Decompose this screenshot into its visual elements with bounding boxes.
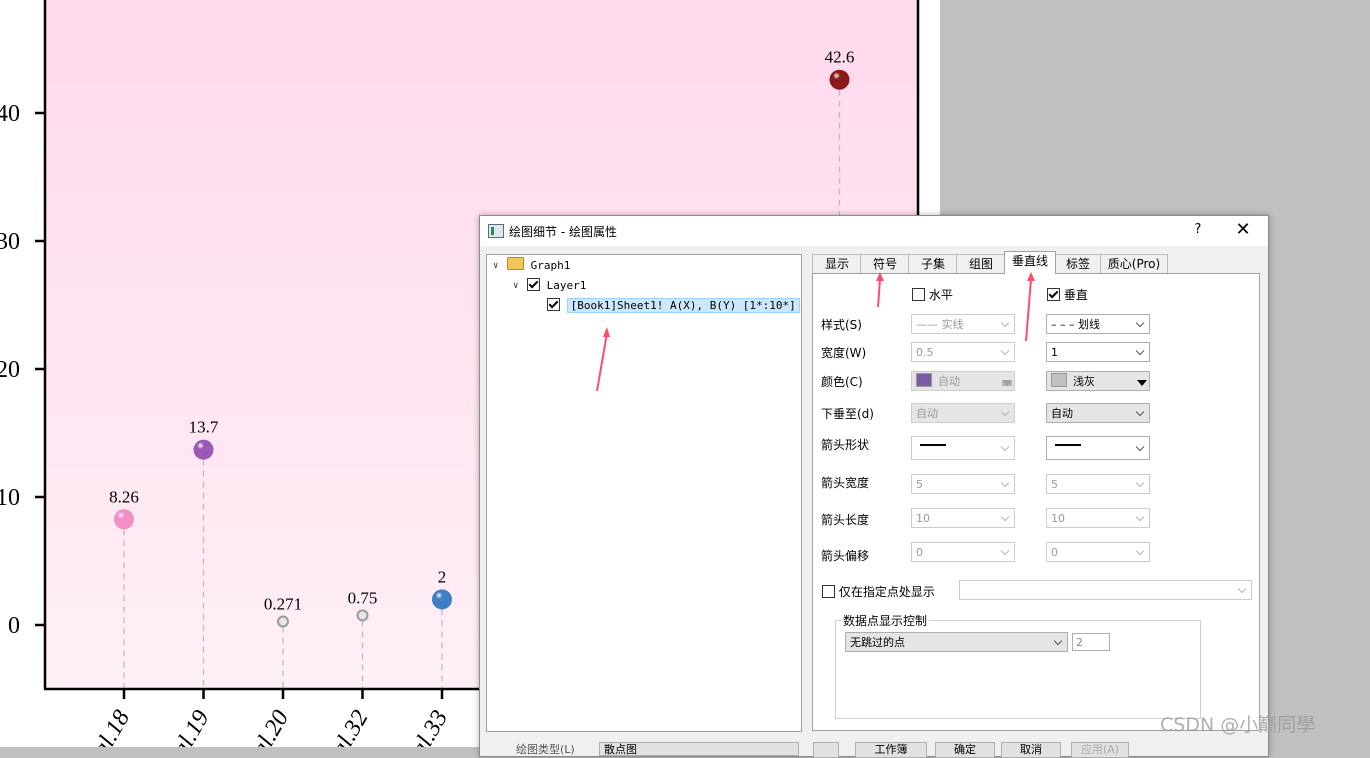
- v-arrow-shape-select[interactable]: [1046, 436, 1150, 460]
- line-shape-icon: [1055, 444, 1081, 446]
- arrow-shape-label: 箭头形状: [821, 438, 870, 452]
- skip-count-input[interactable]: 2: [1072, 633, 1110, 651]
- horizontal-label: 水平: [928, 288, 953, 302]
- vertical-label: 垂直: [1063, 288, 1088, 302]
- drop-to-label: 下垂至(d): [821, 407, 874, 421]
- plot-tree-panel: ∨ Graph1 ∨ Layer1 [Book1]Sheet1! A(X), B…: [486, 254, 802, 732]
- data-point: [356, 609, 369, 622]
- data-label: 8.26: [109, 487, 139, 506]
- ok-button[interactable]: 确定: [935, 742, 995, 758]
- data-label: 42.6: [825, 48, 855, 67]
- v-style-select[interactable]: – – – 划线: [1046, 314, 1150, 334]
- only-at-points-row[interactable]: 仅在指定点处显示: [822, 583, 935, 600]
- style-label: 样式(S): [821, 318, 862, 332]
- width-label: 宽度(W): [821, 346, 867, 360]
- data-point: [829, 69, 850, 90]
- x-tick-label: al.20: [247, 706, 294, 747]
- tree-layer-label: Layer1: [546, 279, 587, 292]
- h-color-select: 自动: [911, 371, 1015, 391]
- y-tick-label: 40: [0, 101, 20, 127]
- color-label: 颜色(C): [821, 375, 863, 389]
- tree-node-graph[interactable]: ∨ Graph1: [493, 257, 570, 275]
- tab-group[interactable]: 组图: [956, 254, 1006, 273]
- x-tick-label: al.18: [88, 706, 135, 747]
- chevron-down-icon[interactable]: ∨: [493, 257, 503, 275]
- data-label: 13.7: [189, 418, 219, 437]
- only-at-points-label: 仅在指定点处显示: [838, 585, 935, 599]
- tab-display[interactable]: 显示: [812, 254, 862, 273]
- points-select: [959, 580, 1252, 600]
- tree-node-plot[interactable]: [Book1]Sheet1! A(X), B(Y) [1*:10*]: [547, 297, 800, 315]
- h-style-select: —— 实线: [911, 314, 1015, 334]
- only-at-points-checkbox[interactable]: [822, 585, 835, 598]
- data-point: [277, 615, 289, 628]
- v-arrow-width-select: 5: [1046, 474, 1150, 494]
- tree-graph-label: Graph1: [530, 259, 571, 272]
- color-swatch-icon: [916, 373, 932, 387]
- plot-details-app-icon: [488, 224, 504, 238]
- data-label: 0.75: [348, 588, 378, 607]
- annotation-arrow-icon: [596, 327, 610, 392]
- data-point: [432, 589, 452, 610]
- v-width-select[interactable]: 1: [1046, 342, 1150, 362]
- collapse-button[interactable]: [813, 742, 839, 758]
- v-color-select[interactable]: 浅灰: [1046, 371, 1150, 391]
- vertical-checkbox-row[interactable]: 垂直: [1047, 286, 1088, 303]
- y-tick-label: 30: [0, 229, 20, 255]
- tab-labels[interactable]: 标签: [1054, 254, 1102, 273]
- h-drop-to-select: 自动: [911, 403, 1015, 423]
- v-arrow-length-select: 10: [1046, 508, 1150, 528]
- h-arrow-width-select: 5: [911, 474, 1015, 494]
- chevron-down-icon[interactable]: ∨: [513, 277, 523, 295]
- watermark: CSDN @小巅同學: [1160, 714, 1316, 736]
- annotation-arrow-icon: [1025, 272, 1035, 342]
- dialog-titlebar[interactable]: 绘图细节 - 绘图属性 ? ✕: [480, 216, 1268, 246]
- data-point-control-title: 数据点显示控制: [841, 612, 930, 629]
- cancel-button[interactable]: 取消: [1001, 742, 1061, 758]
- folder-icon: [507, 257, 524, 270]
- plot-type-select[interactable]: 散点图: [599, 742, 799, 756]
- tree-node-layer[interactable]: ∨ Layer1: [513, 277, 586, 295]
- y-tick-label: 0: [8, 613, 20, 639]
- skip-points-select[interactable]: 无跳过的点: [845, 632, 1068, 652]
- x-tick-label: al.33: [406, 706, 453, 747]
- dialog-title: 绘图细节 - 绘图属性: [509, 225, 617, 239]
- horizontal-checkbox-row[interactable]: 水平: [912, 286, 953, 303]
- help-button[interactable]: ?: [1191, 222, 1205, 238]
- plot-details-dialog: 绘图细节 - 绘图属性 ? ✕ ∨ Graph1 ∨ Layer1 [Book1…: [479, 215, 1269, 758]
- y-tick-label: 10: [0, 485, 20, 511]
- color-swatch-icon: [1051, 373, 1067, 387]
- y-tick-label: 20: [0, 357, 20, 383]
- v-drop-to-select[interactable]: 自动: [1046, 403, 1150, 423]
- x-tick-label: al.32: [327, 706, 374, 747]
- data-point: [193, 439, 214, 460]
- horizontal-checkbox[interactable]: [912, 288, 925, 301]
- tab-subset[interactable]: 子集: [908, 254, 958, 273]
- workbook-button[interactable]: 工作簿: [855, 742, 927, 758]
- arrow-offset-label: 箭头偏移: [821, 549, 870, 563]
- h-arrow-length-select: 10: [911, 508, 1015, 528]
- plot-type-label: 绘图类型(L): [516, 743, 575, 755]
- tab-centroid[interactable]: 质心(Pro): [1100, 254, 1168, 273]
- data-label: 2: [438, 567, 447, 586]
- arrow-width-label: 箭头宽度: [821, 476, 870, 490]
- annotation-arrow-icon: [876, 272, 884, 308]
- layer-checkbox[interactable]: [527, 278, 540, 291]
- close-icon[interactable]: ✕: [1232, 220, 1254, 240]
- h-width-select: 0.5: [911, 342, 1015, 362]
- line-shape-icon: [920, 444, 946, 446]
- arrow-length-label: 箭头长度: [821, 513, 870, 527]
- apply-button[interactable]: 应用(A): [1071, 742, 1129, 758]
- x-tick-label: al.19: [168, 706, 215, 747]
- h-arrow-offset-select: 0: [911, 542, 1015, 562]
- h-arrow-shape-select: [911, 436, 1015, 460]
- vertical-checkbox[interactable]: [1047, 288, 1060, 301]
- data-point: [114, 509, 134, 530]
- tree-plot-label[interactable]: [Book1]Sheet1! A(X), B(Y) [1*:10*]: [566, 298, 800, 313]
- data-label: 0.271: [264, 595, 302, 614]
- plot-checkbox[interactable]: [547, 298, 560, 311]
- v-arrow-offset-select: 0: [1046, 542, 1150, 562]
